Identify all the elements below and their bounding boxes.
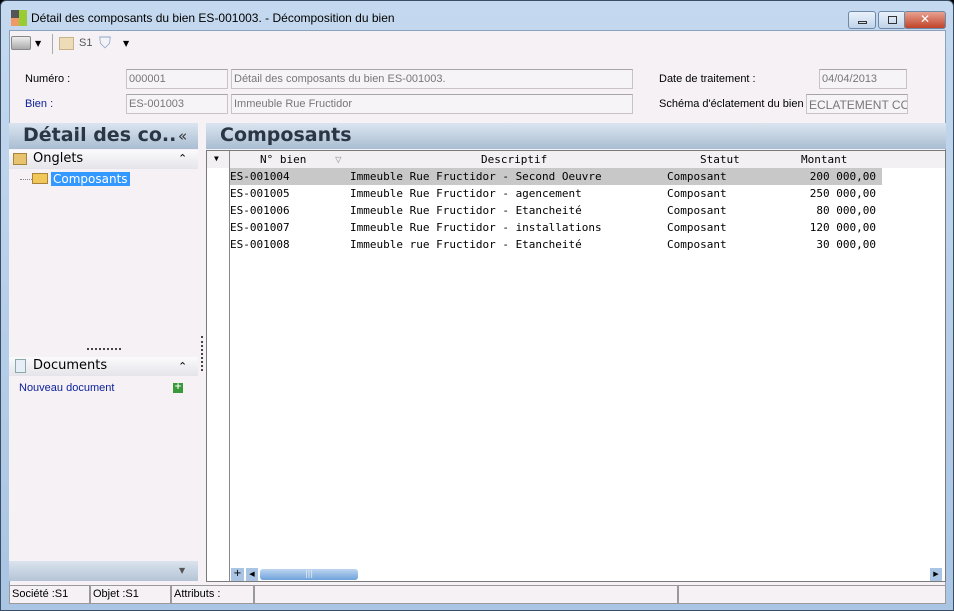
- add-row-button[interactable]: +: [231, 568, 244, 581]
- cell-numero: ES-001005: [230, 187, 290, 200]
- cell-montant: 200 000,00: [809, 170, 876, 183]
- table-row[interactable]: ES-001004 Immeuble Rue Fructidor - Second…: [230, 168, 882, 185]
- cell-numero: ES-001006: [230, 204, 290, 217]
- footer-dropdown-arrow[interactable]: ▼: [179, 566, 185, 575]
- cell-numero: ES-001008: [230, 238, 290, 251]
- cell-numero: ES-001004: [230, 170, 290, 183]
- cell-statut: Composant: [667, 221, 727, 234]
- tree-item-composants[interactable]: Composants: [51, 172, 130, 186]
- collapse-panel-button[interactable]: «: [178, 127, 187, 145]
- column-header-statut[interactable]: Statut: [700, 153, 740, 166]
- documents-label: Documents: [33, 358, 108, 373]
- column-header-montant[interactable]: Montant: [801, 153, 847, 166]
- cell-statut: Composant: [667, 170, 727, 183]
- maximize-button[interactable]: [878, 11, 906, 29]
- left-panel-body: [9, 149, 198, 561]
- cell-statut: Composant: [667, 187, 727, 200]
- onglets-collapse-icon[interactable]: ⌃: [178, 152, 187, 165]
- cell-montant: 30 000,00: [816, 238, 876, 251]
- company-label[interactable]: S1: [79, 37, 92, 49]
- table-row[interactable]: ES-001006 Immeuble Rue Fructidor - Etanch…: [230, 202, 882, 219]
- section-splitter[interactable]: [87, 348, 121, 350]
- filter-icon[interactable]: ⛉: [99, 33, 111, 53]
- toolbar-separator: [52, 34, 53, 54]
- new-document-link[interactable]: Nouveau document: [19, 382, 114, 394]
- cell-descriptif: Immeuble Rue Fructidor - agencement: [350, 187, 582, 200]
- add-document-icon[interactable]: +: [173, 383, 183, 393]
- scroll-left-button[interactable]: ◀: [246, 568, 258, 581]
- left-panel-title: Détail des co..: [23, 124, 177, 146]
- cell-statut: Composant: [667, 204, 727, 217]
- left-panel-footer: ▼: [9, 561, 198, 581]
- scroll-right-button[interactable]: ▶: [930, 568, 942, 581]
- date-field[interactable]: 04/04/2013: [819, 69, 907, 89]
- print-icon[interactable]: [11, 36, 31, 50]
- status-empty: [254, 585, 678, 604]
- column-chooser-icon[interactable]: ▼: [214, 154, 219, 163]
- table-row[interactable]: ES-001007 Immeuble Rue Fructidor - instal…: [230, 219, 882, 236]
- cell-descriptif: Immeuble Rue Fructidor - installations: [350, 221, 602, 234]
- sort-filter-icon[interactable]: ▽: [335, 153, 342, 166]
- date-label: Date de traitement :: [659, 73, 756, 85]
- bien-label[interactable]: Bien :: [25, 98, 53, 110]
- numero-label: Numéro :: [25, 73, 71, 85]
- cell-descriptif: Immeuble Rue Fructidor - Etancheité: [350, 204, 582, 217]
- open-folder-icon: [32, 173, 48, 184]
- components-grid: ▼ N° bien ▽ Descriptif Statut Montant ES…: [206, 150, 946, 582]
- status-societe: Société :S1: [9, 585, 90, 604]
- schema-field[interactable]: ECLATEMENT COM: [806, 94, 908, 114]
- cell-descriptif: Immeuble Rue Fructidor - Second Oeuvre: [350, 170, 602, 183]
- column-header-descriptif[interactable]: Descriptif: [481, 153, 547, 166]
- numero-description-field[interactable]: Détail des composants du bien ES-001003.: [231, 69, 633, 89]
- cell-montant: 120 000,00: [809, 221, 876, 234]
- left-panel-header: Détail des co..: [9, 123, 198, 149]
- table-row[interactable]: ES-001005 Immeuble Rue Fructidor - agence…: [230, 185, 882, 202]
- cell-descriptif: Immeuble rue Fructidor - Etancheité: [350, 238, 582, 251]
- window: Détail des composants du bien ES-001003.…: [0, 0, 954, 611]
- grid-panel-header: Composants: [206, 123, 946, 149]
- schema-label: Schéma d'éclatement du bien :: [659, 98, 810, 110]
- vertical-splitter[interactable]: [201, 336, 203, 371]
- onglets-folder-icon: [13, 153, 27, 165]
- bien-field[interactable]: ES-001003: [126, 94, 228, 114]
- documents-section-header[interactable]: Documents: [9, 357, 198, 376]
- cell-statut: Composant: [667, 238, 727, 251]
- table-row[interactable]: ES-001008 Immeuble rue Fructidor - Etanch…: [230, 236, 882, 253]
- tree-connector: [20, 179, 32, 180]
- onglets-label: Onglets: [33, 151, 84, 166]
- window-title: Détail des composants du bien ES-001003.…: [31, 11, 395, 25]
- column-header-numero[interactable]: N° bien: [260, 153, 306, 166]
- bien-description-field[interactable]: Immeuble Rue Fructidor: [231, 94, 633, 114]
- cell-montant: 250 000,00: [809, 187, 876, 200]
- grid-title: Composants: [220, 124, 352, 146]
- print-dropdown-arrow[interactable]: ▼: [35, 39, 41, 48]
- status-right: [678, 585, 946, 604]
- numero-field[interactable]: 000001: [126, 69, 228, 89]
- status-attributs: Attributs :: [171, 585, 254, 604]
- grid-header: ▼ N° bien ▽ Descriptif Statut Montant: [207, 151, 945, 168]
- documents-collapse-icon[interactable]: ⌃: [178, 360, 187, 373]
- document-icon: [15, 359, 26, 373]
- minimize-button[interactable]: [848, 11, 876, 29]
- folder-icon[interactable]: [59, 37, 74, 50]
- filter-dropdown-arrow[interactable]: ▼: [123, 39, 129, 48]
- onglets-section-header[interactable]: Onglets: [9, 150, 198, 169]
- app-icon: [11, 10, 27, 26]
- cell-montant: 80 000,00: [816, 204, 876, 217]
- close-button[interactable]: ✕: [904, 11, 946, 29]
- cell-numero: ES-001007: [230, 221, 290, 234]
- horizontal-scrollbar-thumb[interactable]: |||: [260, 569, 358, 580]
- status-objet: Objet :S1: [90, 585, 171, 604]
